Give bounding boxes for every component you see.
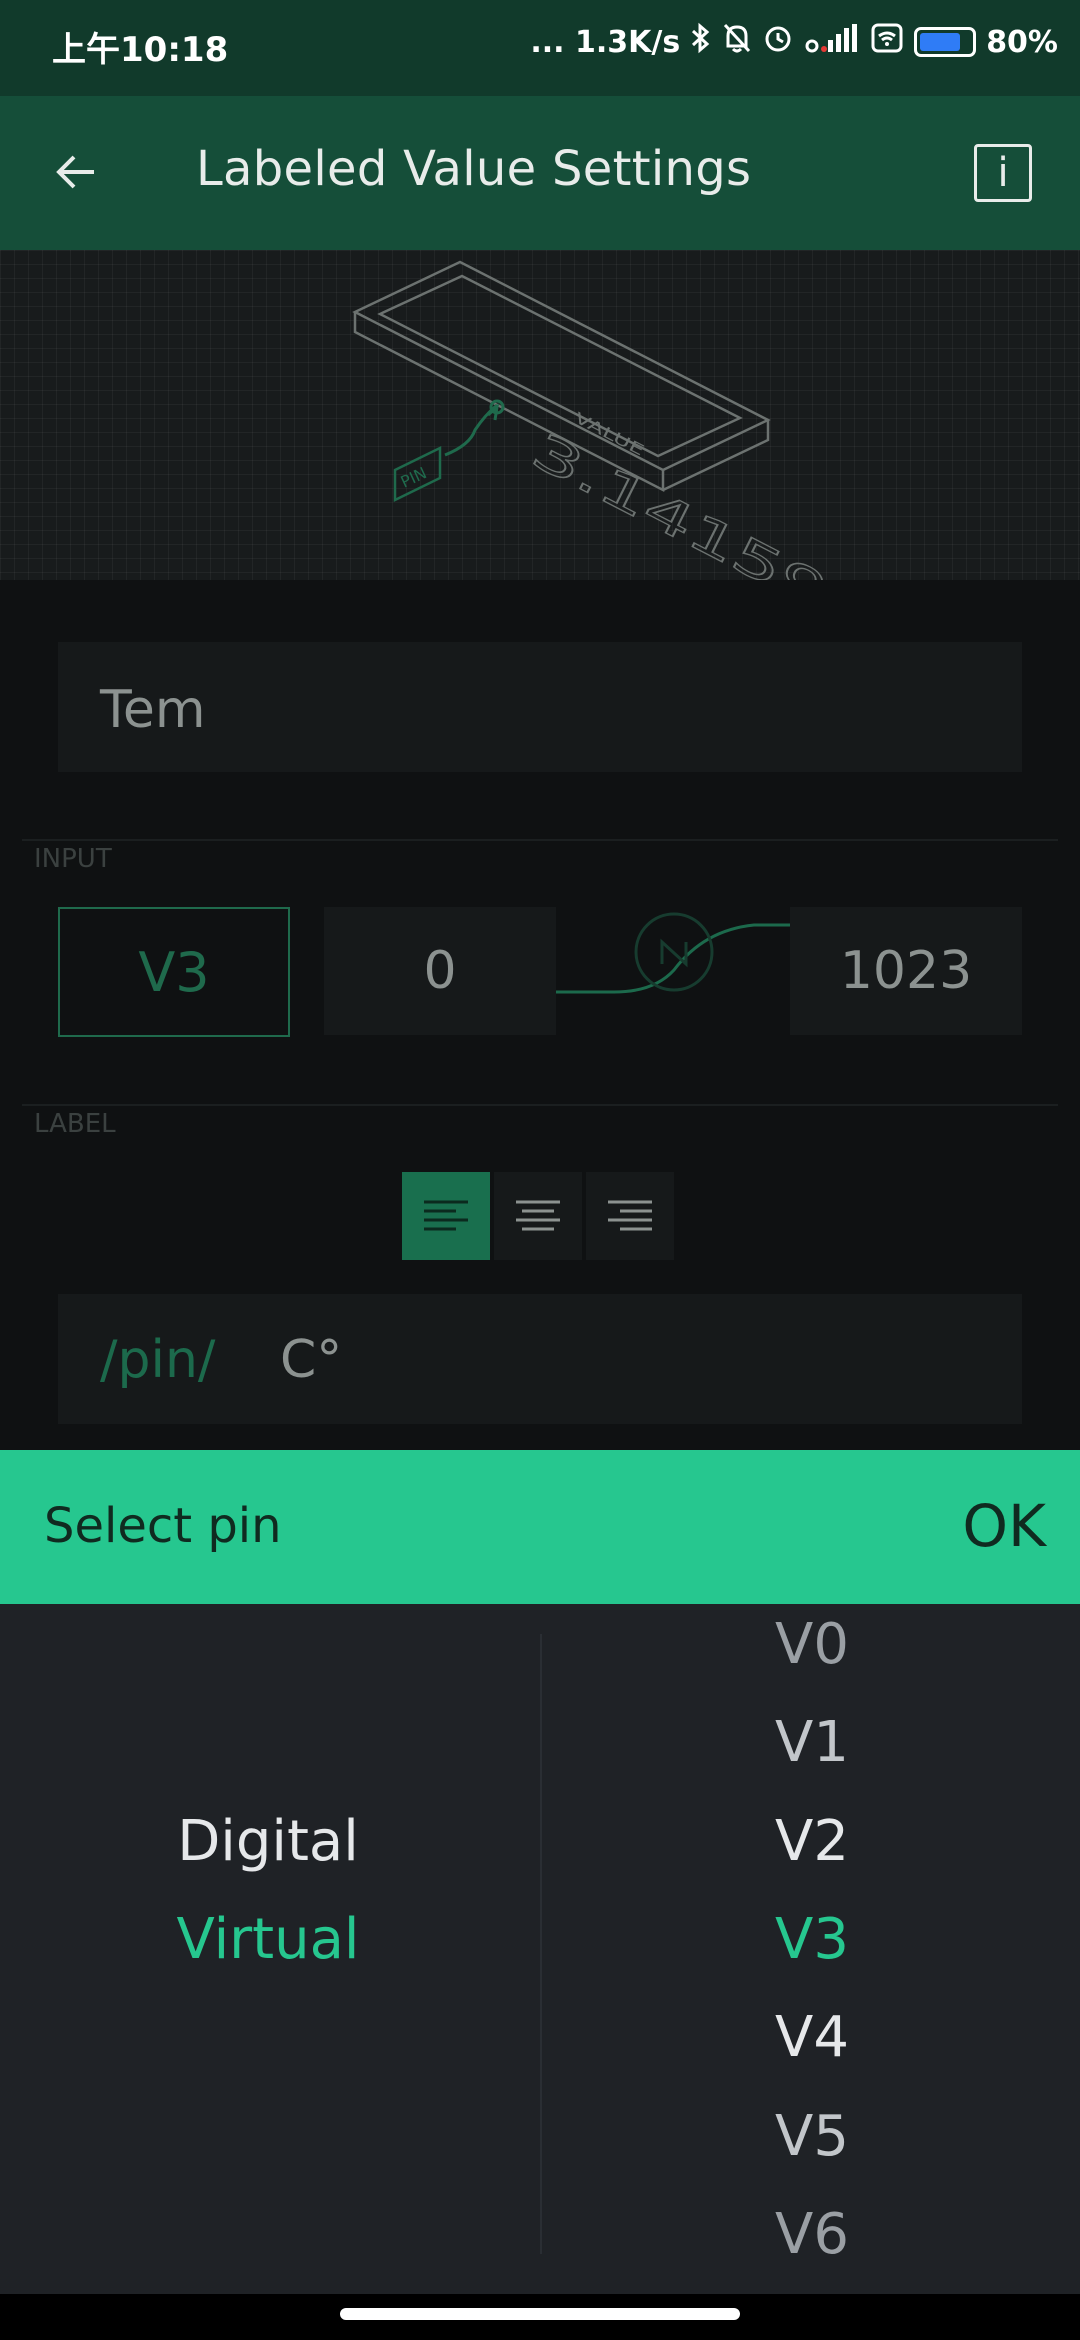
alignment-group bbox=[402, 1172, 674, 1260]
bluetooth-icon bbox=[690, 22, 712, 62]
status-icons: ... 1.3K/s 80% bbox=[530, 22, 1058, 62]
bell-off-icon bbox=[722, 22, 752, 62]
widget-illustration: VALUE 3.1415926 PIN bbox=[0, 250, 1080, 580]
battery-percent: 80% bbox=[986, 24, 1058, 60]
suffix-unit-text: C° bbox=[280, 1330, 343, 1390]
name-input-value: Tem bbox=[100, 680, 206, 740]
align-center-button[interactable] bbox=[494, 1172, 582, 1260]
pin-option-v6[interactable]: V6 bbox=[662, 2202, 962, 2267]
network-speed: ... 1.3K/s bbox=[530, 24, 681, 60]
page-title: Labeled Value Settings bbox=[196, 141, 752, 197]
align-center-icon bbox=[516, 1200, 560, 1231]
settings-panel: Tem INPUT V3 0 1023 LABEL /pin/ C° bbox=[0, 580, 1080, 1450]
pin-option-v4[interactable]: V4 bbox=[662, 2005, 962, 2070]
align-right-button[interactable] bbox=[586, 1172, 674, 1260]
picker-header: Select pin OK bbox=[0, 1450, 1080, 1604]
pin-type-option-virtual[interactable]: Virtual bbox=[118, 1907, 418, 1972]
wifi-icon bbox=[870, 22, 904, 62]
hd-signal-icon bbox=[804, 22, 860, 62]
app-bar: Labeled Value Settings i bbox=[0, 96, 1080, 250]
name-input[interactable]: Tem bbox=[58, 642, 1022, 772]
pin-option-v5[interactable]: V5 bbox=[662, 2104, 962, 2169]
label-suffix-input[interactable]: /pin/ C° bbox=[58, 1294, 1022, 1424]
battery-icon bbox=[914, 27, 977, 57]
pin-type-option-digital[interactable]: Digital bbox=[118, 1809, 418, 1874]
status-time: 上午10:18 bbox=[52, 30, 229, 70]
device-value: 3.1415926 bbox=[523, 422, 926, 580]
align-right-icon bbox=[608, 1200, 652, 1231]
back-arrow-icon[interactable] bbox=[50, 144, 106, 200]
pin-option-v1[interactable]: V1 bbox=[662, 1710, 962, 1775]
divider bbox=[22, 1104, 1058, 1106]
divider bbox=[22, 839, 1058, 841]
picker-divider bbox=[540, 1634, 542, 2254]
input-min-field[interactable]: 0 bbox=[324, 907, 556, 1035]
info-button[interactable]: i bbox=[974, 144, 1032, 202]
picker-title: Select pin bbox=[44, 1498, 282, 1554]
input-pin-selector[interactable]: V3 bbox=[58, 907, 290, 1037]
input-max-field[interactable]: 1023 bbox=[790, 907, 1022, 1035]
mapping-curve-icon bbox=[556, 912, 790, 994]
pin-option-v0[interactable]: V0 bbox=[662, 1612, 962, 1677]
pin-picker: Digital Virtual V0 V1 V2 V3 V4 V5 V6 bbox=[0, 1604, 1080, 2294]
status-bar: 上午10:18 ... 1.3K/s 80% bbox=[0, 0, 1080, 96]
labeled-value-device-icon: VALUE 3.1415926 PIN bbox=[352, 260, 927, 580]
input-section-label: INPUT bbox=[34, 844, 112, 874]
ok-button[interactable]: OK bbox=[962, 1492, 1046, 1560]
navigation-bar bbox=[0, 2294, 1080, 2340]
label-section-label: LABEL bbox=[34, 1109, 116, 1139]
align-left-button[interactable] bbox=[402, 1172, 490, 1260]
pin-option-v3[interactable]: V3 bbox=[662, 1907, 962, 1972]
alarm-icon bbox=[762, 22, 794, 62]
home-indicator[interactable] bbox=[340, 2308, 740, 2320]
align-left-icon bbox=[424, 1200, 468, 1231]
suffix-pin-token: /pin/ bbox=[100, 1330, 216, 1390]
pin-option-v2[interactable]: V2 bbox=[662, 1809, 962, 1874]
